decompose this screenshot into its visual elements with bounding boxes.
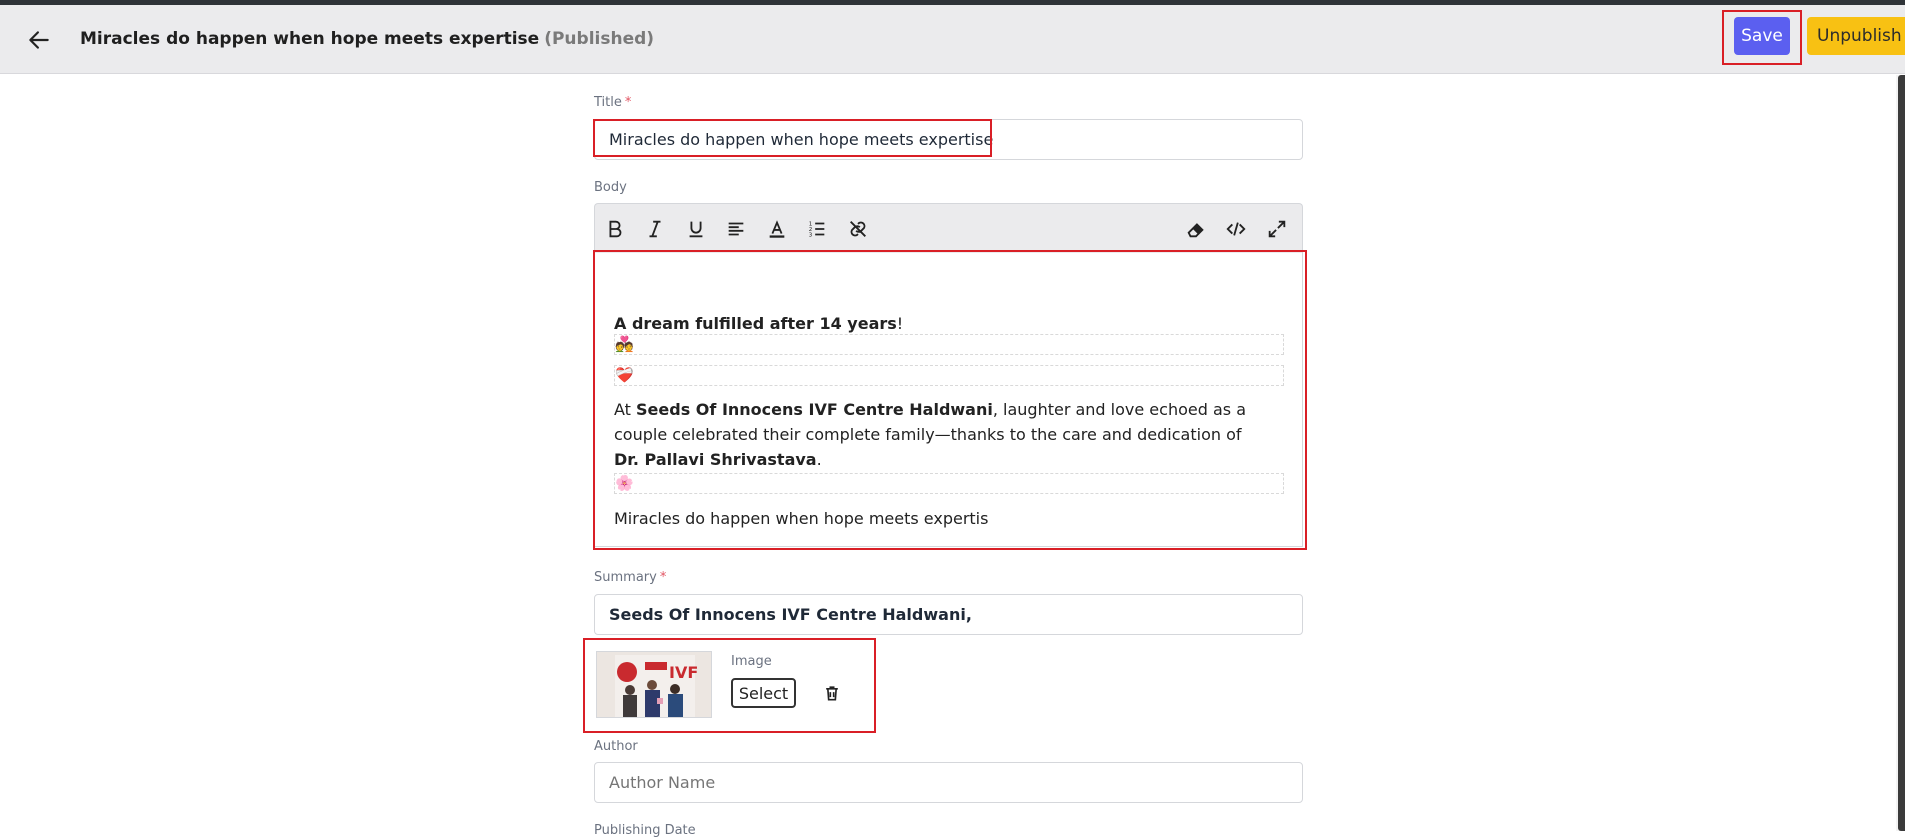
bold-icon[interactable] — [600, 214, 630, 244]
scrollbar[interactable] — [1896, 75, 1905, 831]
required-marker: * — [659, 570, 667, 585]
page-title-text: Miracles do happen when hope meets exper… — [80, 29, 540, 49]
align-icon[interactable] — [721, 214, 751, 244]
code-view-icon[interactable] — [1221, 214, 1251, 244]
para-end: . — [816, 450, 822, 469]
fullscreen-icon[interactable] — [1262, 214, 1292, 244]
page-header: Miracles do happen when hope meets exper… — [0, 5, 1905, 74]
image-label: Image — [731, 654, 772, 669]
emoji-block-1: 💑 — [614, 334, 1284, 355]
title-label: Title * — [594, 95, 631, 110]
select-image-button[interactable]: Select — [731, 678, 796, 708]
italic-icon[interactable] — [640, 214, 670, 244]
body-line-1-bold: A dream fulfilled after 14 years — [614, 314, 897, 333]
save-button[interactable]: Save — [1734, 17, 1790, 55]
font-color-icon[interactable] — [762, 214, 792, 244]
summary-input[interactable] — [594, 594, 1303, 635]
body-line-1: A dream fulfilled after 14 years! — [614, 311, 903, 336]
para-doctor-name: Dr. Pallavi Shrivastava — [614, 450, 817, 469]
link-icon[interactable] — [843, 214, 873, 244]
author-label: Author — [594, 739, 638, 754]
trash-icon[interactable] — [822, 683, 842, 703]
unpublish-button[interactable]: Unpublish — [1807, 17, 1905, 55]
emoji-block-3: 🌸 — [614, 473, 1284, 494]
required-marker: * — [624, 95, 632, 110]
body-line-1-rest: ! — [896, 314, 904, 333]
summary-label-text: Summary — [594, 570, 657, 585]
ordered-list-icon[interactable]: 123 — [802, 214, 832, 244]
editor-toolbar: 123 — [594, 203, 1303, 253]
flower-emoji-icon: 🌸 — [615, 474, 634, 492]
image-thumbnail: IVF — [596, 651, 712, 718]
title-label-text: Title — [594, 95, 622, 110]
svg-text:IVF: IVF — [669, 663, 698, 682]
body-editor[interactable]: A dream fulfilled after 14 years! 💑 ❤️‍🩹… — [594, 253, 1303, 547]
para-clinic-name: Seeds Of Innocens IVF Centre Haldwani — [636, 400, 993, 419]
status-label: (Published) — [544, 29, 655, 49]
summary-label: Summary * — [594, 570, 666, 585]
para-intro: At — [614, 400, 637, 419]
page-title: Miracles do happen when hope meets exper… — [80, 29, 654, 49]
svg-text:3: 3 — [809, 232, 813, 238]
couple-emoji-icon: 💑 — [615, 335, 634, 353]
body-last-line: Miracles do happen when hope meets exper… — [614, 509, 989, 528]
title-input[interactable] — [594, 119, 1303, 160]
author-input[interactable] — [594, 762, 1303, 803]
heart-emoji-icon: ❤️‍🩹 — [615, 366, 634, 384]
body-paragraph: At Seeds Of Innocens IVF Centre Haldwani… — [614, 397, 1254, 472]
back-arrow-icon[interactable] — [26, 27, 52, 53]
emoji-block-2: ❤️‍🩹 — [614, 365, 1284, 386]
scrollbar-thumb[interactable] — [1898, 75, 1905, 831]
underline-icon[interactable] — [681, 214, 711, 244]
body-label: Body — [594, 180, 627, 195]
eraser-icon[interactable] — [1181, 214, 1211, 244]
